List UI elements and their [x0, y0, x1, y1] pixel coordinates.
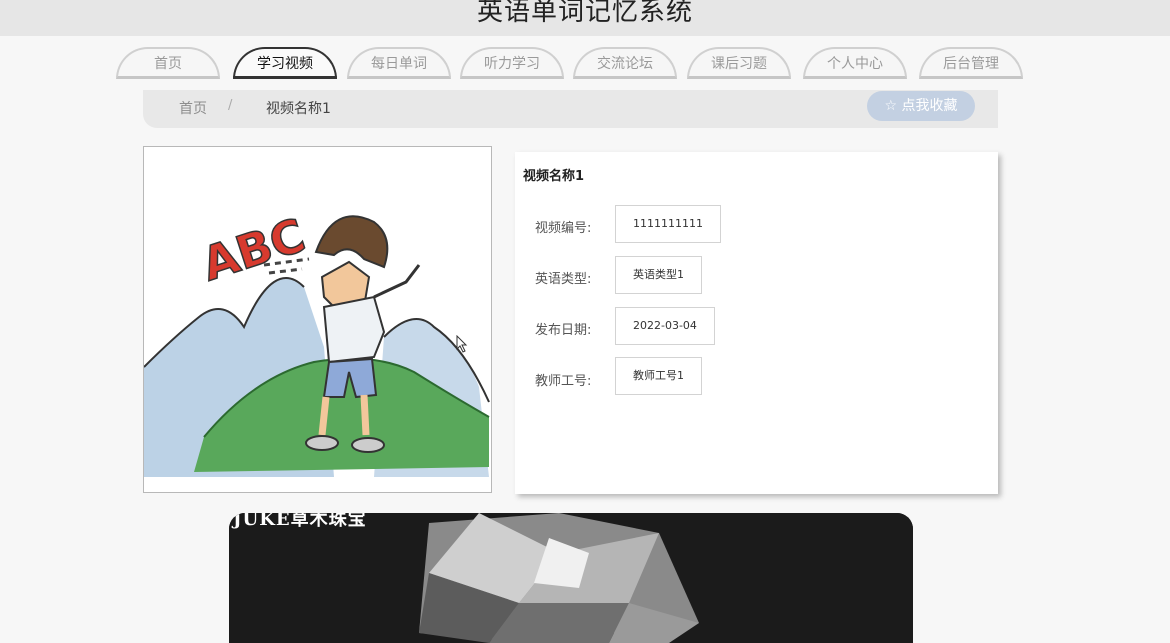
tab-listening[interactable]: 听力学习 — [460, 47, 564, 79]
tab-personal-center[interactable]: 个人中心 — [803, 47, 907, 79]
video-id-label: 视频编号: — [535, 221, 592, 236]
tab-forum[interactable]: 交流论坛 — [573, 47, 677, 79]
video-watermark: JUKE草木珠宝 — [233, 513, 367, 530]
publish-date-value: 2022-03-04 — [615, 307, 715, 345]
header-bar: 英语单词记忆系统 — [0, 0, 1170, 36]
nav-tabs: 首页 学习视频 每日单词 听力学习 交流论坛 课后习题 个人中心 后台管理 — [116, 47, 1036, 81]
teacher-id-label: 教师工号: — [535, 374, 592, 389]
cartoon-illustration: ABC — [143, 207, 490, 477]
favorite-button[interactable]: ☆ 点我收藏 — [867, 91, 975, 121]
english-type-value: 英语类型1 — [615, 256, 702, 294]
tab-exercises[interactable]: 课后习题 — [687, 47, 791, 79]
breadcrumb-current: 视频名称1 — [266, 101, 331, 117]
video-thumbnail: ABC — [143, 146, 492, 493]
video-title: 视频名称1 — [523, 169, 585, 184]
video-id-value: 1111111111 — [615, 205, 721, 243]
teacher-id-value: 教师工号1 — [615, 357, 702, 395]
tab-daily-words[interactable]: 每日单词 — [347, 47, 451, 79]
tab-admin[interactable]: 后台管理 — [919, 47, 1023, 79]
video-info-card: 视频名称1 视频编号: 1111111111 英语类型: 英语类型1 发布日期:… — [515, 152, 998, 494]
mouse-cursor-icon — [456, 335, 468, 353]
english-type-label: 英语类型: — [535, 272, 592, 287]
tab-home[interactable]: 首页 — [116, 47, 220, 79]
breadcrumb-separator: / — [228, 98, 233, 113]
publish-date-label: 发布日期: — [535, 323, 592, 338]
tab-study-videos[interactable]: 学习视频 — [233, 47, 337, 79]
breadcrumb: 首页 / 视频名称1 ☆ 点我收藏 — [143, 90, 998, 128]
site-title: 英语单词记忆系统 — [476, 0, 693, 27]
breadcrumb-home-link[interactable]: 首页 — [179, 98, 207, 118]
